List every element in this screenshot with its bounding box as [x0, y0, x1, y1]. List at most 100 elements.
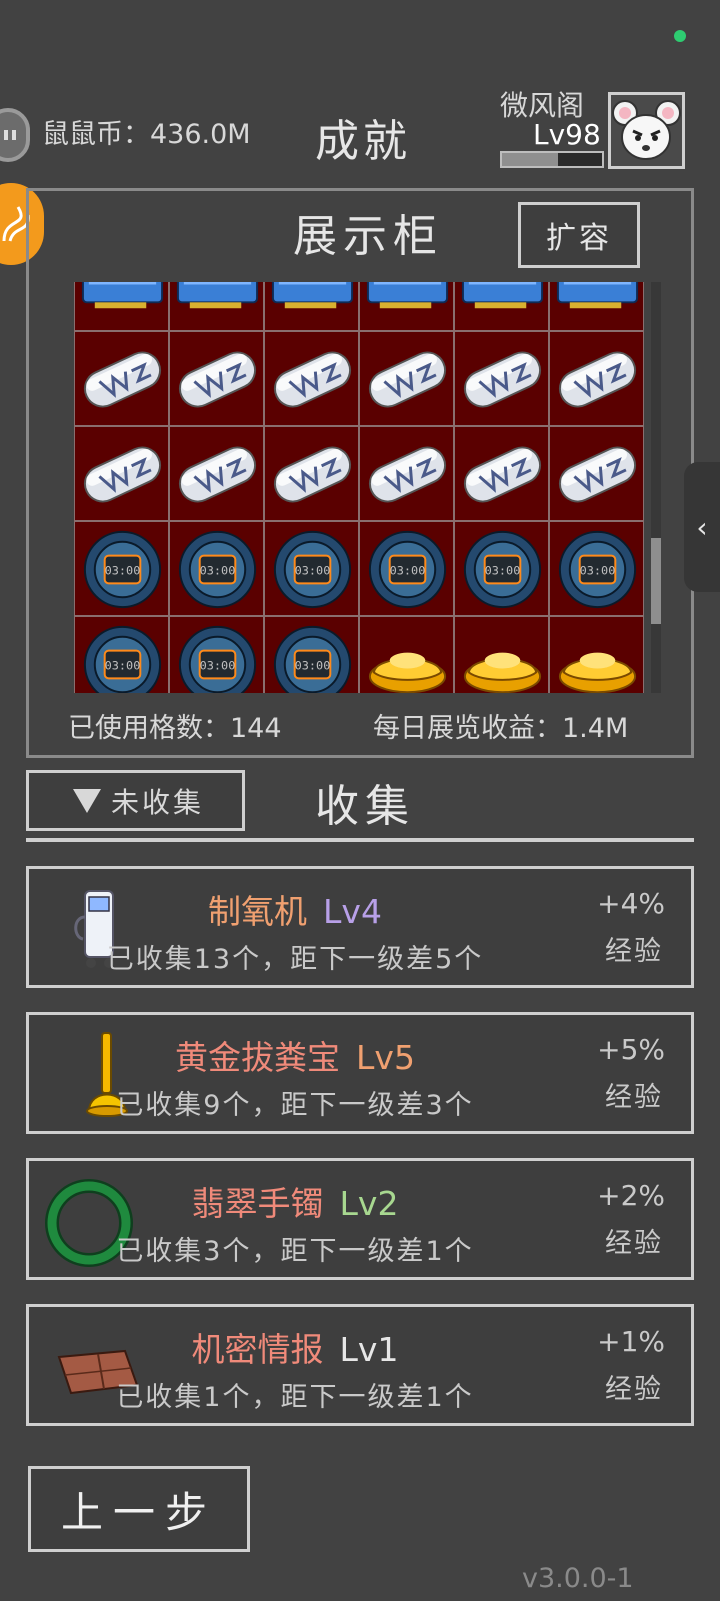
svg-text:03:00: 03:00 [105, 658, 141, 672]
collection-card-jade-bracelet[interactable]: 翡翠手镯 Lv2 已收集3个，距下一级差1个 +2% 经验 [26, 1158, 694, 1280]
watch-icon: 03:00 [558, 530, 637, 609]
showcase-slot[interactable]: 03:00 [74, 616, 169, 693]
chevron-left-icon: ‹ [696, 510, 708, 544]
gpu-icon [366, 282, 449, 309]
watch-icon: 03:00 [83, 625, 162, 693]
item-name-line: 制氧机 Lv4 [29, 885, 561, 933]
capsule-icon [83, 446, 162, 503]
item-name-line: 黄金拔粪宝 Lv5 [29, 1031, 561, 1079]
showcase-slot[interactable] [169, 331, 264, 426]
watch-icon: 03:00 [273, 530, 352, 609]
watch-icon: 03:00 [83, 530, 162, 609]
showcase-slot[interactable]: 03:00 [454, 521, 549, 616]
status-indicator [674, 30, 686, 42]
expand-button[interactable]: 扩容 [518, 202, 640, 268]
showcase-slot[interactable] [549, 426, 644, 521]
coin-icon [0, 108, 30, 162]
coin-balance: 鼠鼠币：436.0M [42, 119, 251, 150]
gpu-icon [176, 282, 259, 309]
showcase-slot[interactable]: 03:00 [169, 616, 264, 693]
page-title: 成就 [315, 116, 411, 167]
watch-icon: 03:00 [368, 530, 447, 609]
gold-ingot-icon [368, 652, 447, 693]
svg-text:03:00: 03:00 [200, 563, 236, 577]
showcase-slot[interactable] [454, 616, 549, 693]
item-bonus-unit: 经验 [605, 936, 663, 967]
showcase-slot[interactable] [169, 426, 264, 521]
capsule-icon [558, 446, 637, 503]
showcase-slot[interactable] [359, 282, 454, 331]
level-progress-bar [500, 151, 604, 168]
showcase-slot[interactable]: 03:00 [264, 521, 359, 616]
showcase-grid[interactable]: 03:00 03:00 03:00 03:00 03:00 03:00 03:00 03:00… [74, 282, 644, 693]
showcase-slot[interactable] [549, 331, 644, 426]
showcase-slot[interactable] [359, 426, 454, 521]
showcase-slot[interactable] [74, 331, 169, 426]
divider [26, 838, 694, 842]
showcase-slot[interactable] [74, 426, 169, 521]
item-progress: 已收集13个，距下一级差5个 [106, 944, 484, 975]
item-level: Lv1 [339, 1330, 399, 1369]
item-name: 黄金拔粪宝 [175, 1038, 341, 1077]
showcase-slot[interactable] [264, 331, 359, 426]
showcase-slot[interactable] [454, 331, 549, 426]
watch-icon: 03:00 [273, 625, 352, 693]
triangle-down-icon [73, 789, 101, 813]
item-progress: 已收集3个，距下一级差1个 [116, 1236, 474, 1267]
item-level: Lv5 [356, 1038, 415, 1077]
showcase-slot[interactable]: 03:00 [264, 616, 359, 693]
avatar[interactable] [608, 92, 685, 169]
item-bonus: +4% [597, 887, 665, 920]
item-level: Lv2 [339, 1184, 399, 1223]
item-bonus: +1% [597, 1325, 665, 1358]
capsule-icon [463, 446, 542, 503]
level-progress-fill [502, 153, 558, 166]
watch-icon: 03:00 [178, 530, 257, 609]
item-level: Lv4 [323, 892, 382, 931]
item-bonus-unit: 经验 [605, 1082, 663, 1113]
svg-text:03:00: 03:00 [485, 563, 521, 577]
showcase-slot[interactable] [549, 616, 644, 693]
daily-income-label: 每日展览收益：1.4M [373, 713, 629, 744]
capsule-icon [273, 351, 352, 408]
collection-card-golden-plunger[interactable]: 黄金拔粪宝 Lv5 已收集9个，距下一级差3个 +5% 经验 [26, 1012, 694, 1134]
showcase-slot[interactable]: 03:00 [74, 521, 169, 616]
svg-text:03:00: 03:00 [105, 563, 141, 577]
showcase-slot[interactable] [454, 426, 549, 521]
showcase-slot[interactable] [264, 426, 359, 521]
back-button[interactable]: 上一步 [28, 1466, 250, 1552]
item-name: 制氧机 [208, 892, 308, 931]
showcase-slot[interactable] [359, 616, 454, 693]
showcase-slot[interactable] [549, 282, 644, 331]
item-grid: 03:00 03:00 03:00 03:00 03:00 03:00 03:00 03:00… [74, 282, 644, 693]
gold-ingot-icon [558, 652, 637, 693]
showcase-slot[interactable] [359, 331, 454, 426]
showcase-slot[interactable] [74, 282, 169, 331]
capsule-icon [463, 351, 542, 408]
capsule-icon [368, 446, 447, 503]
collection-card-secret-intel[interactable]: 机密情报 Lv1 已收集1个，距下一级差1个 +1% 经验 [26, 1304, 694, 1426]
capsule-icon [558, 351, 637, 408]
mouse-avatar-icon [612, 100, 681, 160]
item-name: 机密情报 [191, 1330, 324, 1369]
used-slots-label: 已使用格数：144 [68, 713, 282, 744]
showcase-slot[interactable] [169, 282, 264, 331]
collection-card-oxygen-machine[interactable]: 制氧机 Lv4 已收集13个，距下一级差5个 +4% 经验 [26, 866, 694, 988]
showcase-slot[interactable] [264, 282, 359, 331]
svg-text:03:00: 03:00 [200, 658, 236, 672]
item-progress: 已收集9个，距下一级差3个 [116, 1090, 474, 1121]
gpu-icon [461, 282, 544, 309]
scrollbar-thumb[interactable] [651, 538, 661, 624]
version-label: v3.0.0-1 [522, 1563, 634, 1594]
gold-ingot-icon [463, 652, 542, 693]
showcase-slot[interactable]: 03:00 [169, 521, 264, 616]
filter-dropdown[interactable]: 未收集 [26, 770, 245, 831]
showcase-slot[interactable] [454, 282, 549, 331]
showcase-slot[interactable]: 03:00 [549, 521, 644, 616]
side-drawer-tab[interactable]: ‹ [684, 462, 720, 592]
scrollbar-track[interactable] [651, 282, 661, 693]
showcase-slot[interactable]: 03:00 [359, 521, 454, 616]
gpu-icon [556, 282, 639, 309]
item-progress: 已收集1个，距下一级差1个 [116, 1382, 474, 1413]
capsule-icon [178, 351, 257, 408]
